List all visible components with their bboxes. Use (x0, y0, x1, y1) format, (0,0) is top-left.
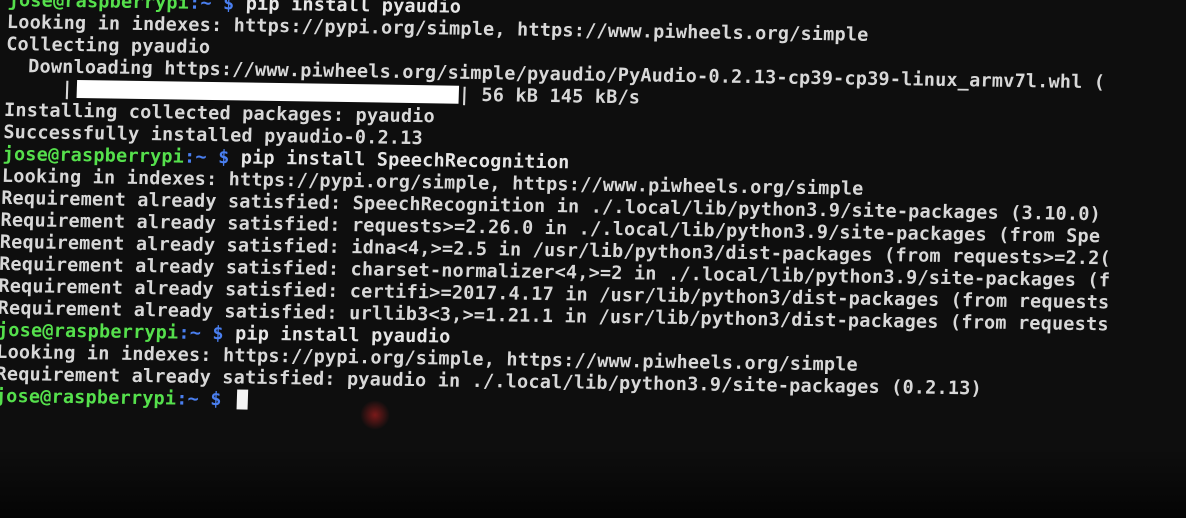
prompt-path: :~ (183, 146, 208, 168)
prompt-symbol: $ (222, 0, 235, 15)
prompt-path: :~ (178, 322, 202, 344)
prompt-path: :~ (188, 0, 213, 15)
output-text: Collecting pyaudio (5, 33, 211, 59)
text-cursor[interactable] (236, 389, 249, 410)
prompt-user-host: jose@raspberrypi (0, 385, 177, 410)
prompt-symbol: $ (209, 389, 222, 411)
terminal-output[interactable]: jose@raspberrypi:~ $ pip install pyaudio… (0, 0, 1186, 426)
terminal-screen: jose@raspberrypi:~ $ pip install pyaudio… (0, 0, 1186, 518)
download-progress-bar (76, 80, 460, 104)
prompt-user-host: jose@raspberrypi (0, 319, 179, 344)
prompt-symbol: $ (212, 323, 225, 345)
prompt-symbol: $ (217, 147, 230, 169)
prompt-user-host: jose@raspberrypi (2, 143, 185, 168)
progress-prefix: | (4, 77, 74, 100)
bottom-shade (0, 448, 1186, 518)
progress-suffix: | 56 kB 145 kB/s (458, 84, 641, 109)
prompt-path: :~ (175, 388, 200, 410)
command-text: pip install pyaudio (234, 323, 451, 348)
